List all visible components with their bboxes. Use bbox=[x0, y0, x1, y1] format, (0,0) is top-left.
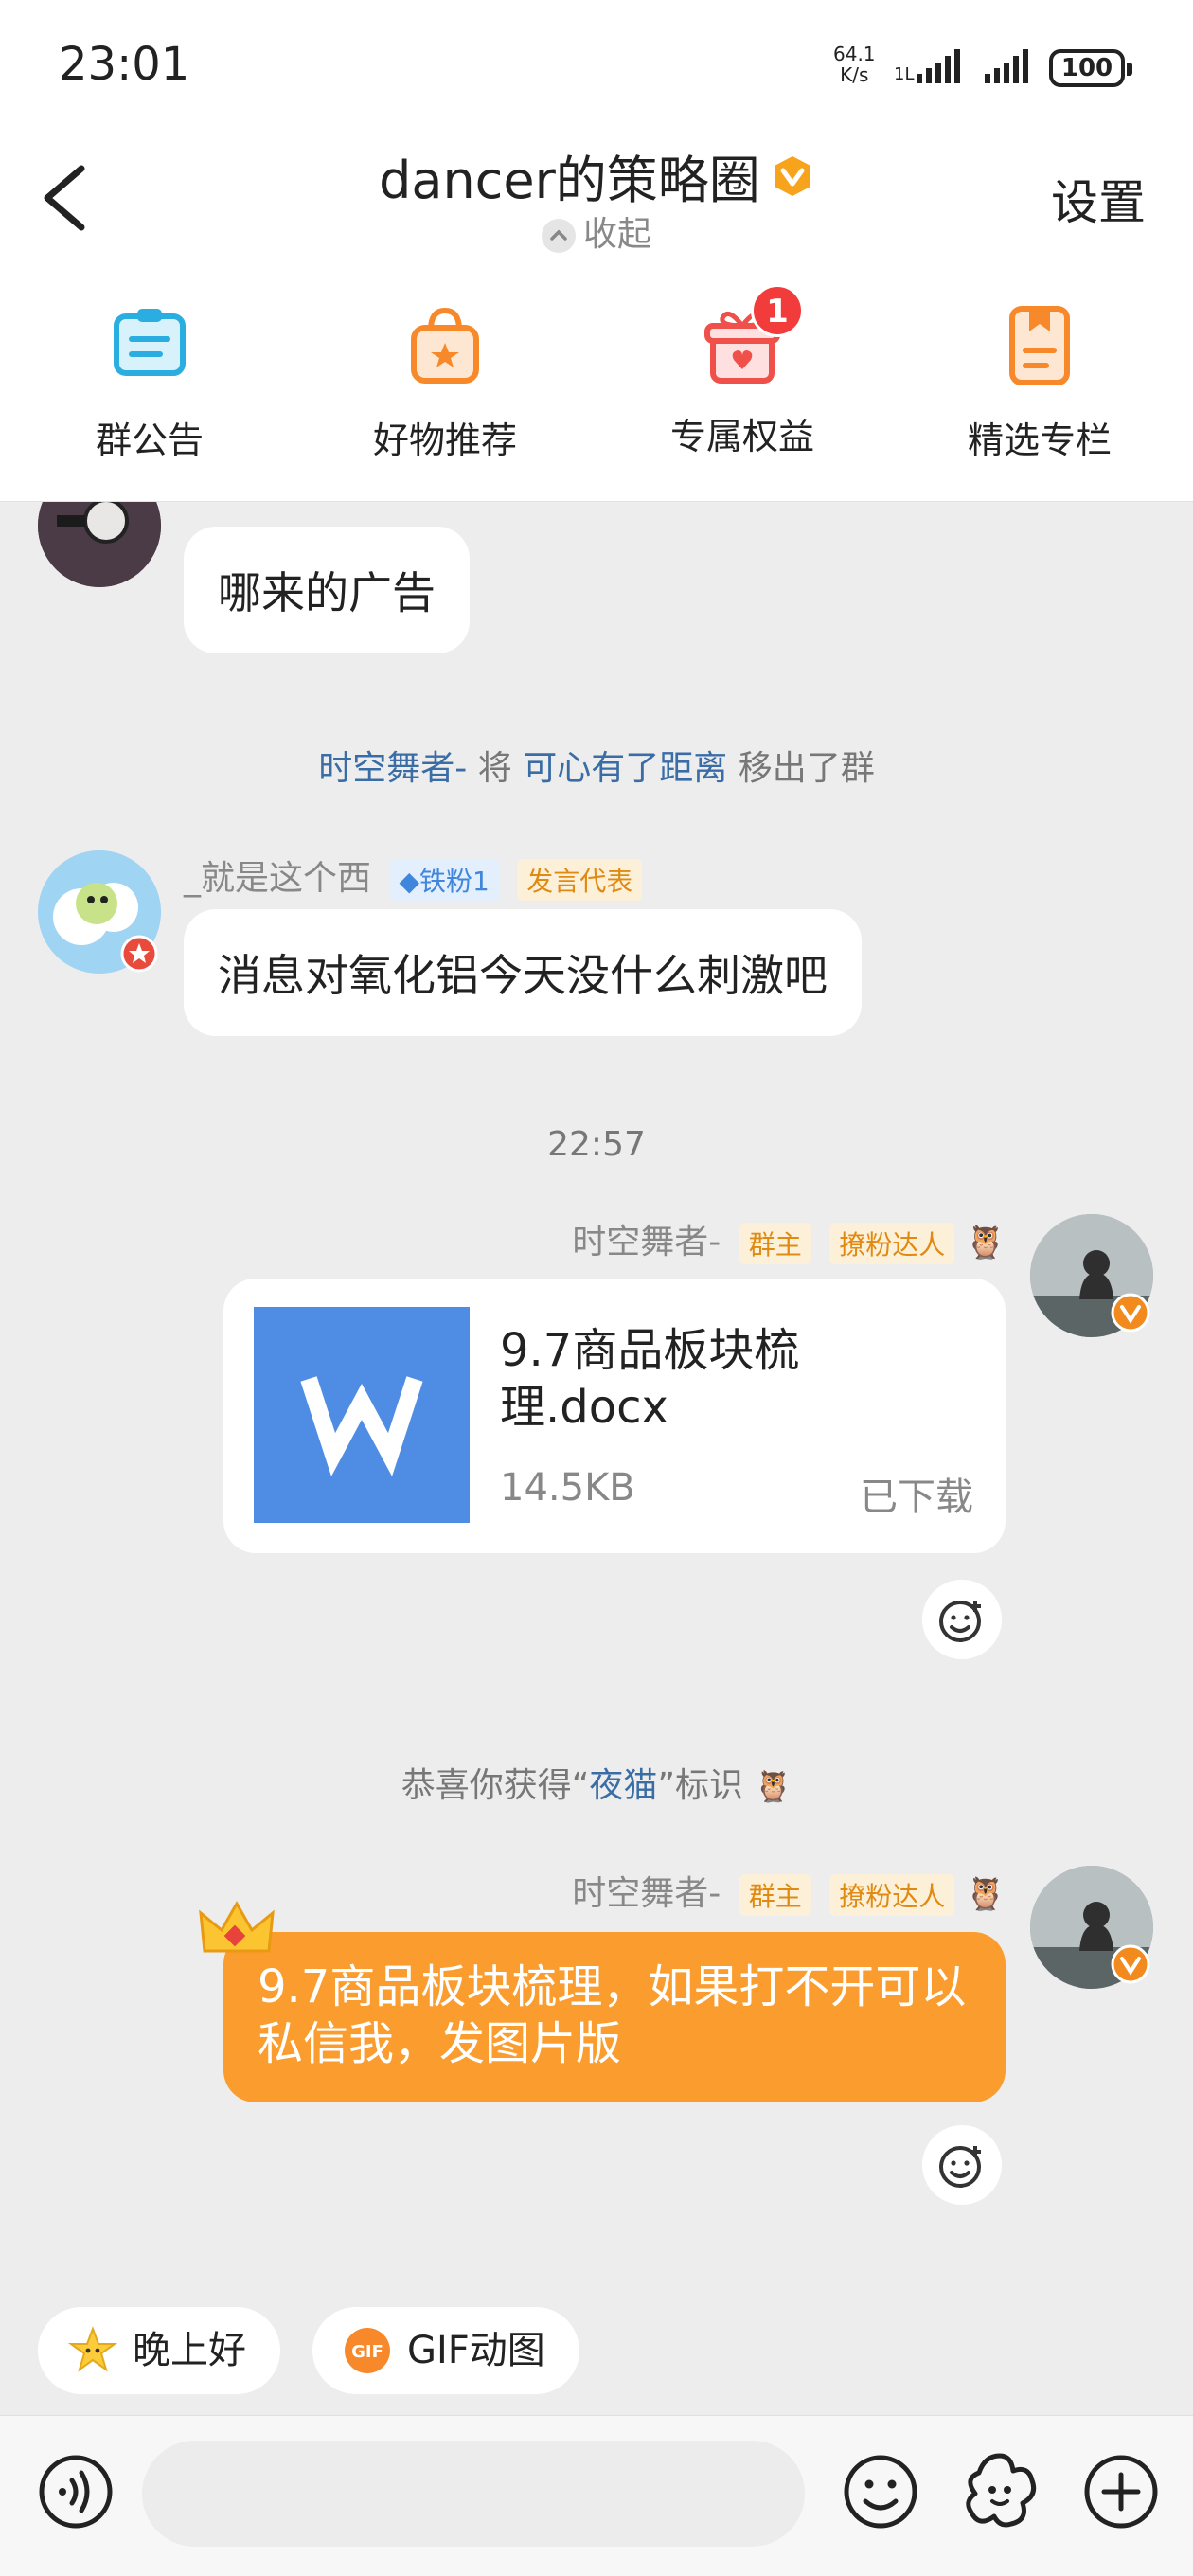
status-bar: 23:01 64.1 K/s 1L 100 bbox=[0, 0, 1193, 133]
collapse-toggle[interactable]: 收起 bbox=[0, 206, 1193, 256]
verified-badge-icon bbox=[1111, 1293, 1150, 1333]
sender-info: 时空舞者- 群主 撩粉达人 🦉 bbox=[572, 1214, 1006, 1264]
quick-menu-announcement[interactable]: 群公告 bbox=[45, 303, 254, 463]
verified-badge-icon bbox=[1111, 1944, 1150, 1984]
svg-text:GIF: GIF bbox=[351, 2342, 383, 2362]
chat-message-list[interactable]: 哪来的广告 时空舞者- 将 可心有了距离 移出了群 _就是这个西 ◆铁粉1 发言… bbox=[0, 502, 1193, 2282]
sender-info: 时空舞者- 群主 撩粉达人 🦉 bbox=[572, 1866, 1006, 1916]
svg-text:1L: 1L bbox=[894, 64, 914, 84]
quick-menu-benefits[interactable]: 1 专属权益 bbox=[638, 284, 846, 459]
system-notice-removed: 时空舞者- 将 可心有了距离 移出了群 bbox=[318, 749, 875, 788]
gift-box-wrap: 1 bbox=[700, 284, 804, 388]
sender-nickname[interactable]: 时空舞者- bbox=[572, 1223, 721, 1261]
add-reaction-button[interactable] bbox=[922, 2125, 1002, 2205]
sticker-icon[interactable] bbox=[953, 2444, 1047, 2539]
download-status: 已下载 bbox=[860, 1476, 973, 1519]
diamond-icon: ◆ bbox=[399, 866, 420, 897]
emoji-icon[interactable] bbox=[833, 2444, 928, 2539]
speaker-tag: 发言代表 bbox=[517, 859, 643, 901]
word-document-icon bbox=[254, 1307, 470, 1523]
badge-name-link[interactable]: 夜猫 bbox=[589, 1766, 657, 1805]
user-link[interactable]: 可心有了距离 bbox=[523, 749, 727, 788]
quick-reply-good-evening[interactable]: 晚上好 bbox=[38, 2307, 280, 2394]
title-wrap: dancer的策略圈 bbox=[0, 138, 1193, 213]
message-input-bar bbox=[0, 2415, 1193, 2576]
notification-badge: 1 bbox=[751, 284, 804, 337]
file-name: 9.7商品板块梳理.docx bbox=[500, 1324, 800, 1434]
signal-strength-icon: 1L bbox=[894, 49, 960, 84]
network-speed: 64.1 K/s bbox=[833, 43, 876, 86]
quick-menu: 群公告 好物推荐 1 专属权益 精选专栏 bbox=[0, 265, 1193, 502]
status-time: 23:01 bbox=[59, 38, 190, 91]
fan-level-tag: ◆铁粉1 bbox=[389, 859, 499, 901]
message-bubble-highlighted[interactable]: 9.7商品板块梳理，如果打不开可以私信我，发图片版 bbox=[223, 1932, 1006, 2102]
quick-reply-gif[interactable]: GIF GIF动图 bbox=[312, 2307, 579, 2394]
fan-expert-tag: 撩粉达人 bbox=[829, 1874, 955, 1916]
sender-nickname[interactable]: 时空舞者- bbox=[572, 1874, 721, 1913]
system-notice-badge: 恭喜你获得“夜猫”标识 🦉 bbox=[401, 1766, 792, 1805]
voice-input-icon[interactable] bbox=[28, 2444, 123, 2539]
shopping-bag-icon bbox=[411, 307, 479, 384]
chat-header: dancer的策略圈 收起 设置 bbox=[0, 133, 1193, 265]
group-title[interactable]: dancer的策略圈 bbox=[379, 138, 760, 213]
chevron-up-icon bbox=[541, 219, 576, 253]
announcement-icon bbox=[114, 309, 186, 376]
owner-tag: 群主 bbox=[739, 1223, 811, 1264]
gif-icon: GIF bbox=[345, 2328, 390, 2373]
crown-icon bbox=[199, 1900, 275, 1953]
user-link[interactable]: 时空舞者- bbox=[318, 749, 467, 788]
owl-icon: 🦉 bbox=[754, 1768, 792, 1804]
star-emoji-icon bbox=[68, 2326, 117, 2372]
battery-indicator: 100 bbox=[1049, 49, 1132, 87]
quick-menu-column[interactable]: 精选专栏 bbox=[935, 303, 1144, 463]
watch-avatar-icon bbox=[38, 502, 161, 587]
owl-icon: 🦉 bbox=[965, 1875, 1006, 1913]
smile-plus-icon bbox=[939, 1601, 981, 1642]
owl-icon: 🦉 bbox=[965, 1224, 1006, 1261]
level-badge-icon bbox=[120, 935, 158, 973]
message-bubble[interactable]: 消息对氧化铝今天没什么刺激吧 bbox=[184, 909, 862, 1036]
message-bubble[interactable]: 哪来的广告 bbox=[184, 527, 470, 653]
sender-nickname[interactable]: _就是这个西 bbox=[184, 859, 371, 898]
column-document-icon bbox=[1009, 306, 1070, 385]
smile-plus-icon bbox=[939, 2146, 981, 2188]
sender-info: _就是这个西 ◆铁粉1 发言代表 bbox=[184, 850, 643, 901]
add-more-icon[interactable] bbox=[1074, 2444, 1168, 2539]
message-timestamp: 22:57 bbox=[547, 1125, 646, 1164]
file-size: 14.5KB bbox=[500, 1466, 635, 1510]
signal-strength-icon-2 bbox=[985, 49, 1028, 83]
settings-button[interactable]: 设置 bbox=[1051, 165, 1146, 233]
message-input[interactable] bbox=[142, 2441, 805, 2547]
verified-badge-icon bbox=[774, 155, 810, 196]
quick-menu-recommend[interactable]: 好物推荐 bbox=[341, 303, 549, 463]
add-reaction-button[interactable] bbox=[922, 1580, 1002, 1659]
file-message-card[interactable]: 9.7商品板块梳理.docx 14.5KB 已下载 bbox=[223, 1279, 1006, 1553]
avatar[interactable] bbox=[38, 502, 161, 587]
fan-expert-tag: 撩粉达人 bbox=[829, 1223, 955, 1264]
owner-tag: 群主 bbox=[739, 1874, 811, 1916]
